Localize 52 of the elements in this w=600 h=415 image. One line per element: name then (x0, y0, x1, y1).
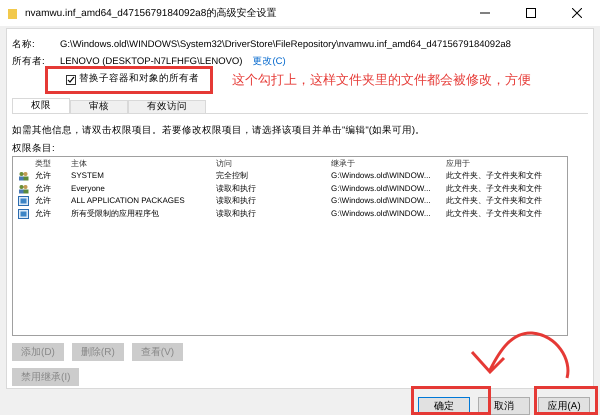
dialog-button[interactable]: 取消 (478, 397, 530, 415)
column-header[interactable]: 主体 (71, 158, 216, 170)
folder-icon (8, 8, 17, 18)
table-cell-text: 所有受限制的应用程序包 (71, 208, 160, 220)
replace-owner-checkbox[interactable]: 替换子容器和对象的所有者 (66, 71, 199, 88)
annotation-text: 这个勾打上，这样文件夹里的文件都会被修改，方便 (232, 72, 531, 90)
table-cell-text: 此文件夹、子文件夹和文件 (446, 182, 543, 195)
package-icon (18, 196, 29, 206)
table-cell-text: 读取和执行 (216, 195, 257, 208)
owner-value: LENOVO (DESKTOP-N7LFHFG\LENOVO) (60, 55, 242, 70)
users-icon (18, 184, 29, 194)
table-cell-text: 读取和执行 (216, 182, 257, 195)
tab[interactable]: 审核 (70, 100, 128, 113)
table-cell-text: 允许 (35, 182, 52, 195)
name-value: G:\Windows.old\WINDOWS\System32\DriverStore\FileRepository\nvamwu.inf_amd64_d4715679184092a8 (60, 38, 511, 52)
permission-row[interactable]: 允许 SYSTEM 完全控制 G:\Windows.old\WINDOW... 此文件夹、子文件夹和文件 (13, 170, 567, 182)
table-cell-text: G:\Windows.old\WINDOW... (331, 170, 432, 182)
info-text: 如需其他信息，请双击权限项目。若要修改权限项目，请选择该项目并单击"编辑"(如果可用)。 (12, 124, 426, 138)
table-cell-text: G:\Windows.old\WINDOW... (331, 208, 432, 220)
table-cell-text: SYSTEM (71, 170, 105, 182)
column-header[interactable]: 应用于 (446, 158, 567, 170)
permission-row[interactable]: 允许 所有受限制的应用程序包 读取和执行 G:\Windows.old\WINDOW... 此文件夹、子文件夹和文件 (13, 208, 567, 220)
change-owner-link[interactable]: 更改(C) (252, 55, 286, 70)
table-cell-text: G:\Windows.old\WINDOW... (331, 195, 432, 208)
table-cell-text: 此文件夹、子文件夹和文件 (446, 170, 543, 182)
table-cell-text: 此文件夹、子文件夹和文件 (446, 195, 543, 208)
column-header[interactable]: 访问 (216, 158, 331, 170)
users-icon (18, 171, 29, 182)
permission-row[interactable]: 允许 Everyone 读取和执行 G:\Windows.old\WINDOW... 此文件夹、子文件夹和文件 (13, 182, 567, 195)
table-cell-text: 读取和执行 (216, 208, 257, 220)
window-title: nvamwu.inf_amd64_d4715679184092a8的高级安全设置 (25, 6, 276, 20)
column-header[interactable]: 类型 (35, 158, 71, 170)
table-cell-text: ALL APPLICATION PACKAGES (71, 195, 186, 208)
permission-row[interactable]: 允许 ALL APPLICATION PACKAGES 读取和执行 G:\Windows.old\WINDOW... 此文件夹、子文件夹和文件 (13, 195, 567, 208)
table-cell-text: Everyone (71, 182, 106, 195)
table-cell-text: 允许 (35, 195, 52, 208)
table-cell-text: 允许 (35, 208, 52, 220)
table-cell-text: G:\Windows.old\WINDOW... (331, 182, 432, 195)
owner-label: 所有者: (12, 55, 46, 70)
close-icon[interactable] (572, 8, 582, 18)
package-icon (18, 208, 29, 219)
table-cell-text: 此文件夹、子文件夹和文件 (446, 208, 543, 220)
check-icon (67, 76, 75, 84)
maximize-icon[interactable] (526, 8, 536, 18)
table-cell-text: 允许 (35, 170, 52, 182)
tab[interactable]: 权限 (12, 98, 70, 113)
table-cell-text: 完全控制 (216, 170, 249, 182)
entries-label: 权限条目: (12, 142, 56, 154)
column-header[interactable]: 继承于 (331, 158, 446, 170)
tab[interactable]: 有效访问 (128, 100, 206, 113)
checkbox[interactable] (66, 74, 76, 84)
name-label: 名称: (12, 38, 36, 52)
